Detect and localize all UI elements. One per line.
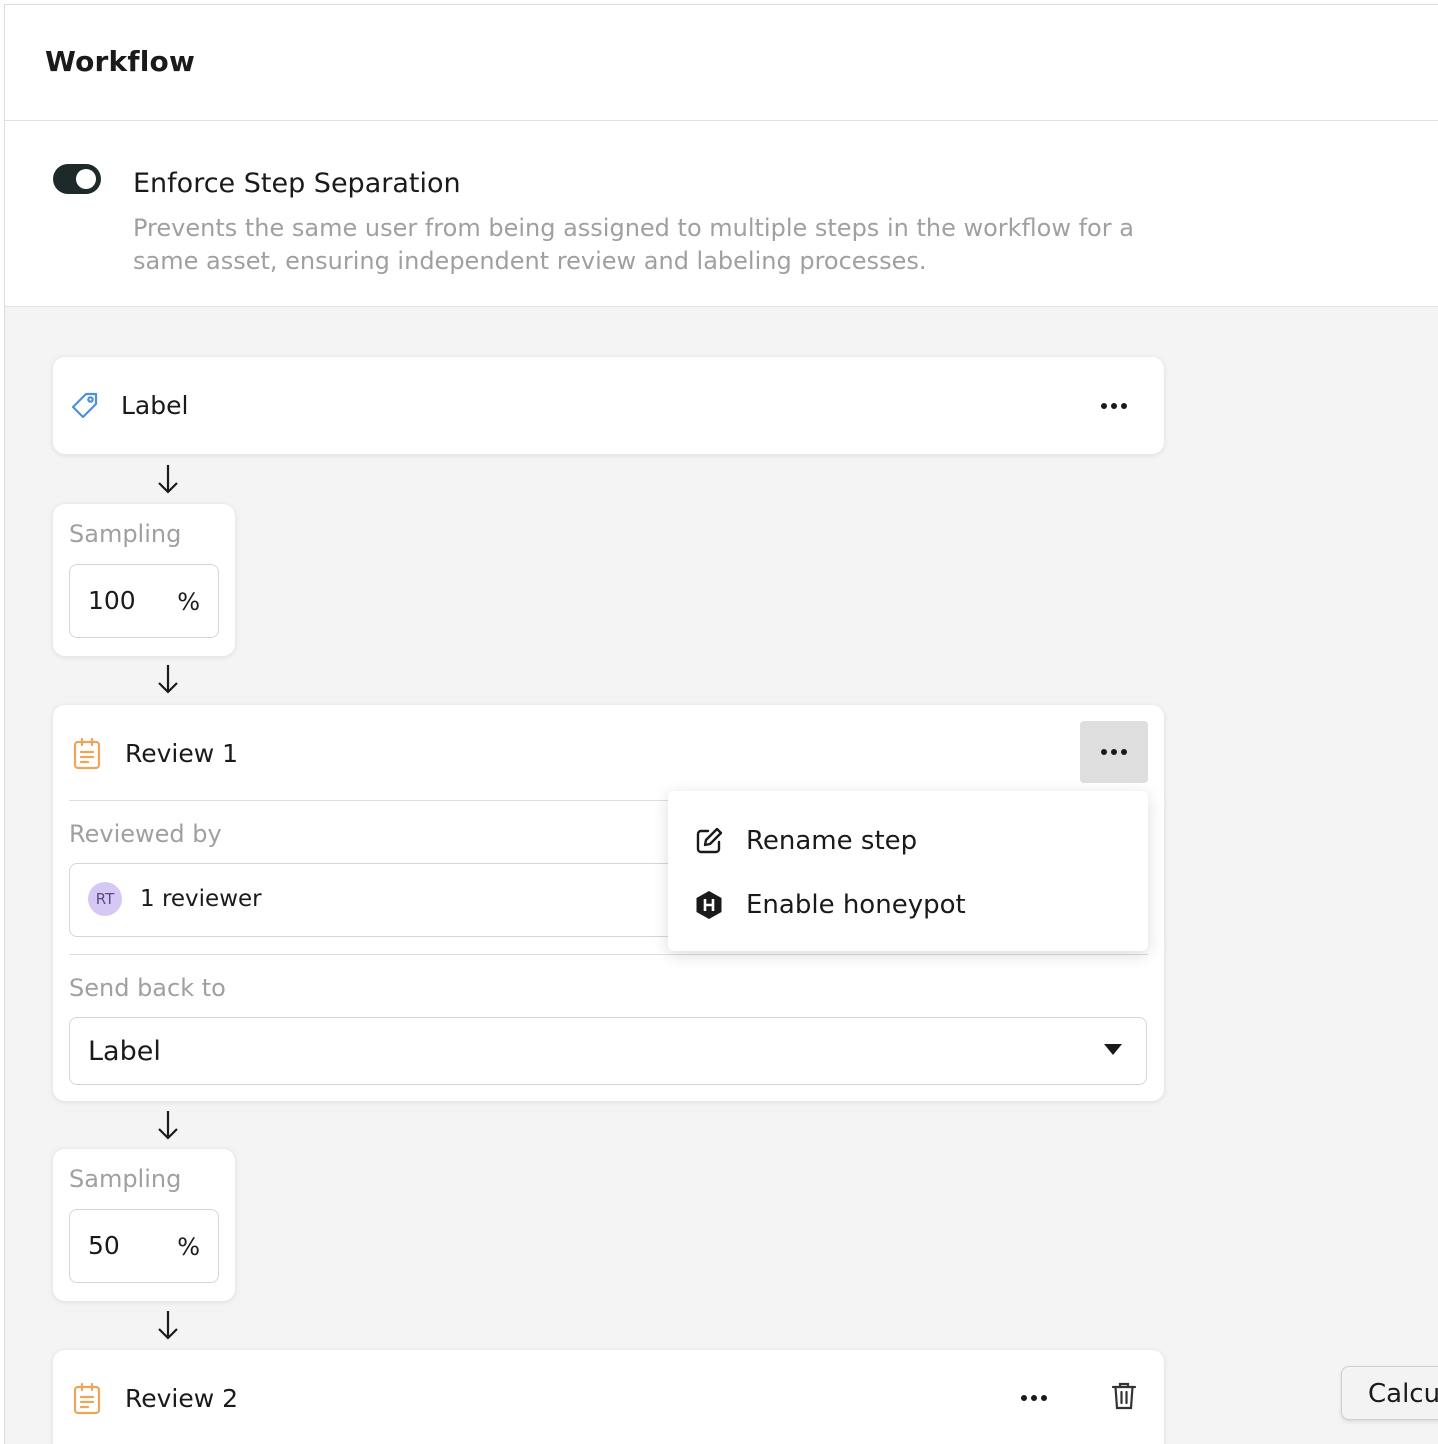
send-back-value: Label — [88, 1036, 161, 1067]
reviewer-count: 1 reviewer — [140, 886, 262, 912]
setting-description: Prevents the same user from being assign… — [133, 214, 1134, 275]
workflow-canvas: Label Sampling 100 % Review 1 Reviewed b… — [5, 307, 1438, 1444]
trash-icon — [1111, 1381, 1137, 1415]
review-1-more-button[interactable] — [1080, 721, 1148, 783]
step-separation-toggle[interactable] — [53, 164, 101, 194]
arrow-down-icon — [158, 1111, 178, 1140]
sampling-card-2: Sampling 50 % — [53, 1149, 235, 1301]
sampling-label: Sampling — [69, 520, 182, 548]
menu-item-label: Enable honeypot — [746, 890, 966, 920]
divider — [69, 954, 1148, 955]
menu-item-rename-step[interactable]: Rename step — [694, 821, 917, 861]
workflow-panel: Workflow Enforce Step Separation Prevent… — [4, 4, 1438, 1444]
sampling-input-2[interactable]: 50 % — [69, 1209, 219, 1283]
setting-title: Enforce Step Separation — [133, 168, 461, 199]
label-step-title: Label — [121, 391, 189, 420]
review-2-title: Review 2 — [125, 1384, 239, 1413]
tag-icon — [69, 390, 101, 422]
delete-step-button[interactable] — [1090, 1367, 1158, 1429]
review-2-card: Review 2 — [53, 1350, 1164, 1444]
more-icon — [1101, 749, 1127, 755]
chevron-down-icon — [1104, 1044, 1122, 1055]
panel-header: Workflow — [5, 5, 1438, 121]
sampling-value: 100 — [88, 586, 136, 615]
step-context-menu: Rename step Enable honeypot — [668, 791, 1148, 951]
reviewed-by-label: Reviewed by — [69, 820, 222, 848]
calculate-button[interactable]: Calcu — [1341, 1366, 1438, 1420]
sampling-value: 50 — [88, 1231, 120, 1260]
sampling-label: Sampling — [69, 1165, 182, 1193]
arrow-down-icon — [158, 465, 178, 494]
review-2-more-button[interactable] — [1000, 1367, 1068, 1429]
more-icon — [1101, 403, 1127, 409]
percent-unit: % — [177, 1233, 200, 1261]
arrow-down-icon — [158, 1311, 178, 1340]
label-step-more-button[interactable] — [1080, 375, 1148, 437]
arrow-down-icon — [158, 665, 178, 694]
send-back-select[interactable]: Label — [69, 1017, 1147, 1085]
percent-unit: % — [177, 588, 200, 616]
honeypot-icon — [694, 890, 724, 920]
step-separation-setting: Enforce Step Separation Prevents the sam… — [5, 122, 1438, 307]
menu-item-label: Rename step — [746, 826, 918, 856]
review-1-title: Review 1 — [125, 739, 239, 768]
toggle-knob — [76, 169, 96, 189]
sampling-input-1[interactable]: 100 % — [69, 564, 219, 638]
page-title: Workflow — [45, 45, 196, 78]
calculate-button-label: Calcu — [1368, 1379, 1438, 1409]
clipboard-icon — [71, 1381, 103, 1415]
avatar: RT — [88, 882, 122, 916]
label-step-card: Label — [53, 357, 1164, 454]
clipboard-icon — [71, 736, 103, 770]
more-icon — [1021, 1395, 1047, 1401]
send-back-label: Send back to — [69, 974, 226, 1002]
sampling-card-1: Sampling 100 % — [53, 504, 235, 656]
menu-item-enable-honeypot[interactable]: Enable honeypot — [694, 885, 966, 925]
edit-icon — [694, 826, 724, 856]
